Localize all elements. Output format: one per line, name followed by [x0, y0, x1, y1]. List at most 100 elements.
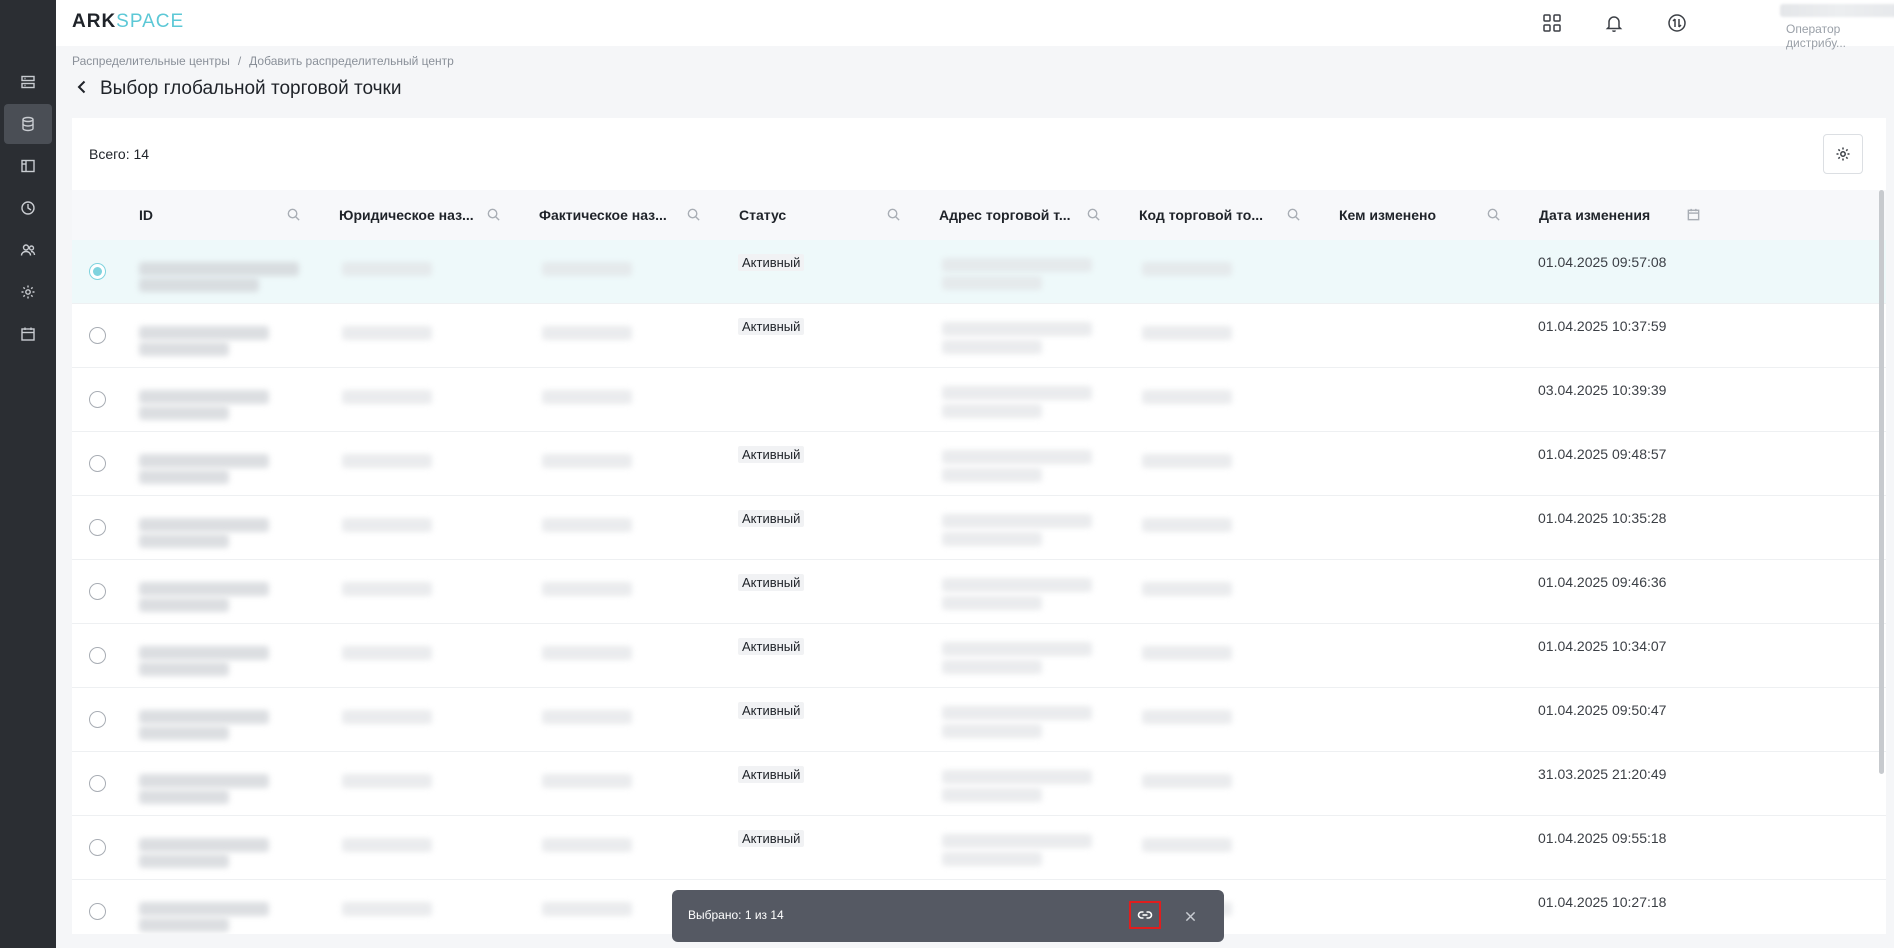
redacted-actual-name	[542, 454, 632, 468]
column-header-actual-name[interactable]: Фактическое наз...	[539, 190, 667, 240]
nav-item-settings[interactable]	[4, 272, 52, 312]
redacted-address	[942, 514, 1092, 528]
back-button[interactable]	[74, 79, 90, 100]
column-header-modified-by[interactable]: Кем изменено	[1339, 190, 1436, 240]
row-radio-button[interactable]	[89, 839, 106, 856]
clear-selection-button[interactable]	[1181, 907, 1199, 925]
apps-grid-button[interactable]	[1538, 9, 1566, 37]
table-scrollbar[interactable]	[1879, 190, 1884, 774]
table-row[interactable]: Активный 01.04.2025 09:50:47	[72, 688, 1886, 752]
redacted-address-line2	[942, 724, 1042, 738]
redacted-address-line2	[942, 788, 1042, 802]
nav-item-layout[interactable]	[4, 146, 52, 186]
legal-name-search-icon[interactable]	[486, 207, 502, 223]
modified-date-calendar-icon[interactable]	[1686, 207, 1702, 223]
redacted-address-line2	[942, 468, 1042, 482]
row-radio-button[interactable]	[89, 455, 106, 472]
gear-icon	[21, 285, 35, 299]
id-search-icon[interactable]	[286, 207, 302, 223]
redacted-address-line2	[942, 276, 1042, 290]
breadcrumb-item-add-center[interactable]: Добавить распределительный центр	[249, 54, 454, 68]
redacted-outlet-code	[1142, 646, 1232, 660]
link-icon	[1137, 911, 1153, 919]
link-selected-button[interactable]	[1129, 901, 1161, 929]
row-radio-button[interactable]	[89, 711, 106, 728]
redacted-legal-name	[342, 710, 432, 724]
row-radio-button[interactable]	[89, 647, 106, 664]
modified-by-search-icon[interactable]	[1486, 207, 1502, 223]
redacted-id	[139, 774, 269, 788]
actual-name-search-icon[interactable]	[686, 207, 702, 223]
row-radio-button[interactable]	[89, 327, 106, 344]
table-row[interactable]: Активный 01.04.2025 10:34:07	[72, 624, 1886, 688]
column-header-status[interactable]: Статус	[739, 190, 786, 240]
redacted-outlet-code	[1142, 326, 1232, 340]
table-row[interactable]: Активный 01.04.2025 10:35:28	[72, 496, 1886, 560]
column-header-modified-date[interactable]: Дата изменения	[1539, 190, 1650, 240]
table-header: ID Юридическое наз... Фактическое наз...…	[72, 190, 1886, 240]
status-badge: Активный	[738, 574, 805, 591]
redacted-legal-name	[342, 518, 432, 532]
redacted-address-line2	[942, 532, 1042, 546]
table-settings-button[interactable]	[1823, 134, 1863, 174]
redacted-address	[942, 770, 1092, 784]
redacted-actual-name	[542, 390, 632, 404]
table-row[interactable]: 03.04.2025 10:39:39	[72, 368, 1886, 432]
breadcrumb-item-distribution-centers[interactable]: Распределительные центры	[72, 54, 230, 68]
redacted-address	[942, 578, 1092, 592]
nav-item-calendar[interactable]	[4, 314, 52, 354]
redacted-id-line2	[139, 534, 229, 548]
user-name-redacted[interactable]	[1780, 4, 1894, 17]
redacted-address-line2	[942, 340, 1042, 354]
redacted-outlet-code	[1142, 838, 1232, 852]
redacted-id	[139, 454, 269, 468]
sync-button[interactable]	[1663, 9, 1691, 37]
redacted-address	[942, 258, 1092, 272]
outlet-code-search-icon[interactable]	[1286, 207, 1302, 223]
redacted-actual-name	[542, 710, 632, 724]
redacted-actual-name	[542, 518, 632, 532]
table-row[interactable]: Активный 01.04.2025 09:48:57	[72, 432, 1886, 496]
notifications-button[interactable]	[1600, 9, 1628, 37]
app-logo[interactable]: ARKSPACE	[72, 11, 184, 33]
redacted-id-line2	[139, 918, 229, 932]
table-row[interactable]: Активный 01.04.2025 10:37:59	[72, 304, 1886, 368]
redacted-outlet-code	[1142, 390, 1232, 404]
status-badge: Активный	[738, 446, 805, 463]
column-header-id[interactable]: ID	[139, 190, 153, 240]
redacted-id	[139, 838, 269, 852]
address-search-icon[interactable]	[1086, 207, 1102, 223]
nav-item-database[interactable]	[4, 104, 52, 144]
redacted-address-line2	[942, 852, 1042, 866]
row-radio-button[interactable]	[89, 263, 106, 280]
page-title: Выбор глобальной торговой точки	[100, 78, 402, 99]
row-radio-button[interactable]	[89, 583, 106, 600]
table-row[interactable]: Активный 31.03.2025 21:20:49	[72, 752, 1886, 816]
row-radio-button[interactable]	[89, 775, 106, 792]
breadcrumb: Распределительные центры / Добавить расп…	[72, 54, 454, 68]
redacted-legal-name	[342, 582, 432, 596]
table-row[interactable]: Активный 01.04.2025 09:55:18	[72, 816, 1886, 880]
redacted-legal-name	[342, 838, 432, 852]
redacted-legal-name	[342, 646, 432, 660]
nav-item-servers[interactable]	[4, 62, 52, 102]
row-radio-button[interactable]	[89, 903, 106, 920]
modified-date-cell: 01.04.2025 09:55:18	[1538, 830, 1667, 846]
column-header-address[interactable]: Адрес торговой т...	[939, 190, 1071, 240]
redacted-legal-name	[342, 390, 432, 404]
redacted-id-line2	[139, 342, 229, 356]
status-search-icon[interactable]	[886, 207, 902, 223]
modified-date-cell: 01.04.2025 09:46:36	[1538, 574, 1667, 590]
table-row[interactable]: Активный 01.04.2025 09:46:36	[72, 560, 1886, 624]
modified-date-cell: 01.04.2025 10:34:07	[1538, 638, 1667, 654]
user-role[interactable]: Оператор дистрибу...	[1786, 22, 1894, 50]
row-radio-button[interactable]	[89, 519, 106, 536]
row-radio-button[interactable]	[89, 391, 106, 408]
redacted-id	[139, 710, 269, 724]
nav-item-users[interactable]	[4, 230, 52, 270]
table-row[interactable]: Активный 01.04.2025 09:57:08	[72, 240, 1886, 304]
column-header-legal-name[interactable]: Юридическое наз...	[339, 190, 474, 240]
redacted-outlet-code	[1142, 262, 1232, 276]
column-header-outlet-code[interactable]: Код торговой то...	[1139, 190, 1263, 240]
nav-item-reports[interactable]	[4, 188, 52, 228]
